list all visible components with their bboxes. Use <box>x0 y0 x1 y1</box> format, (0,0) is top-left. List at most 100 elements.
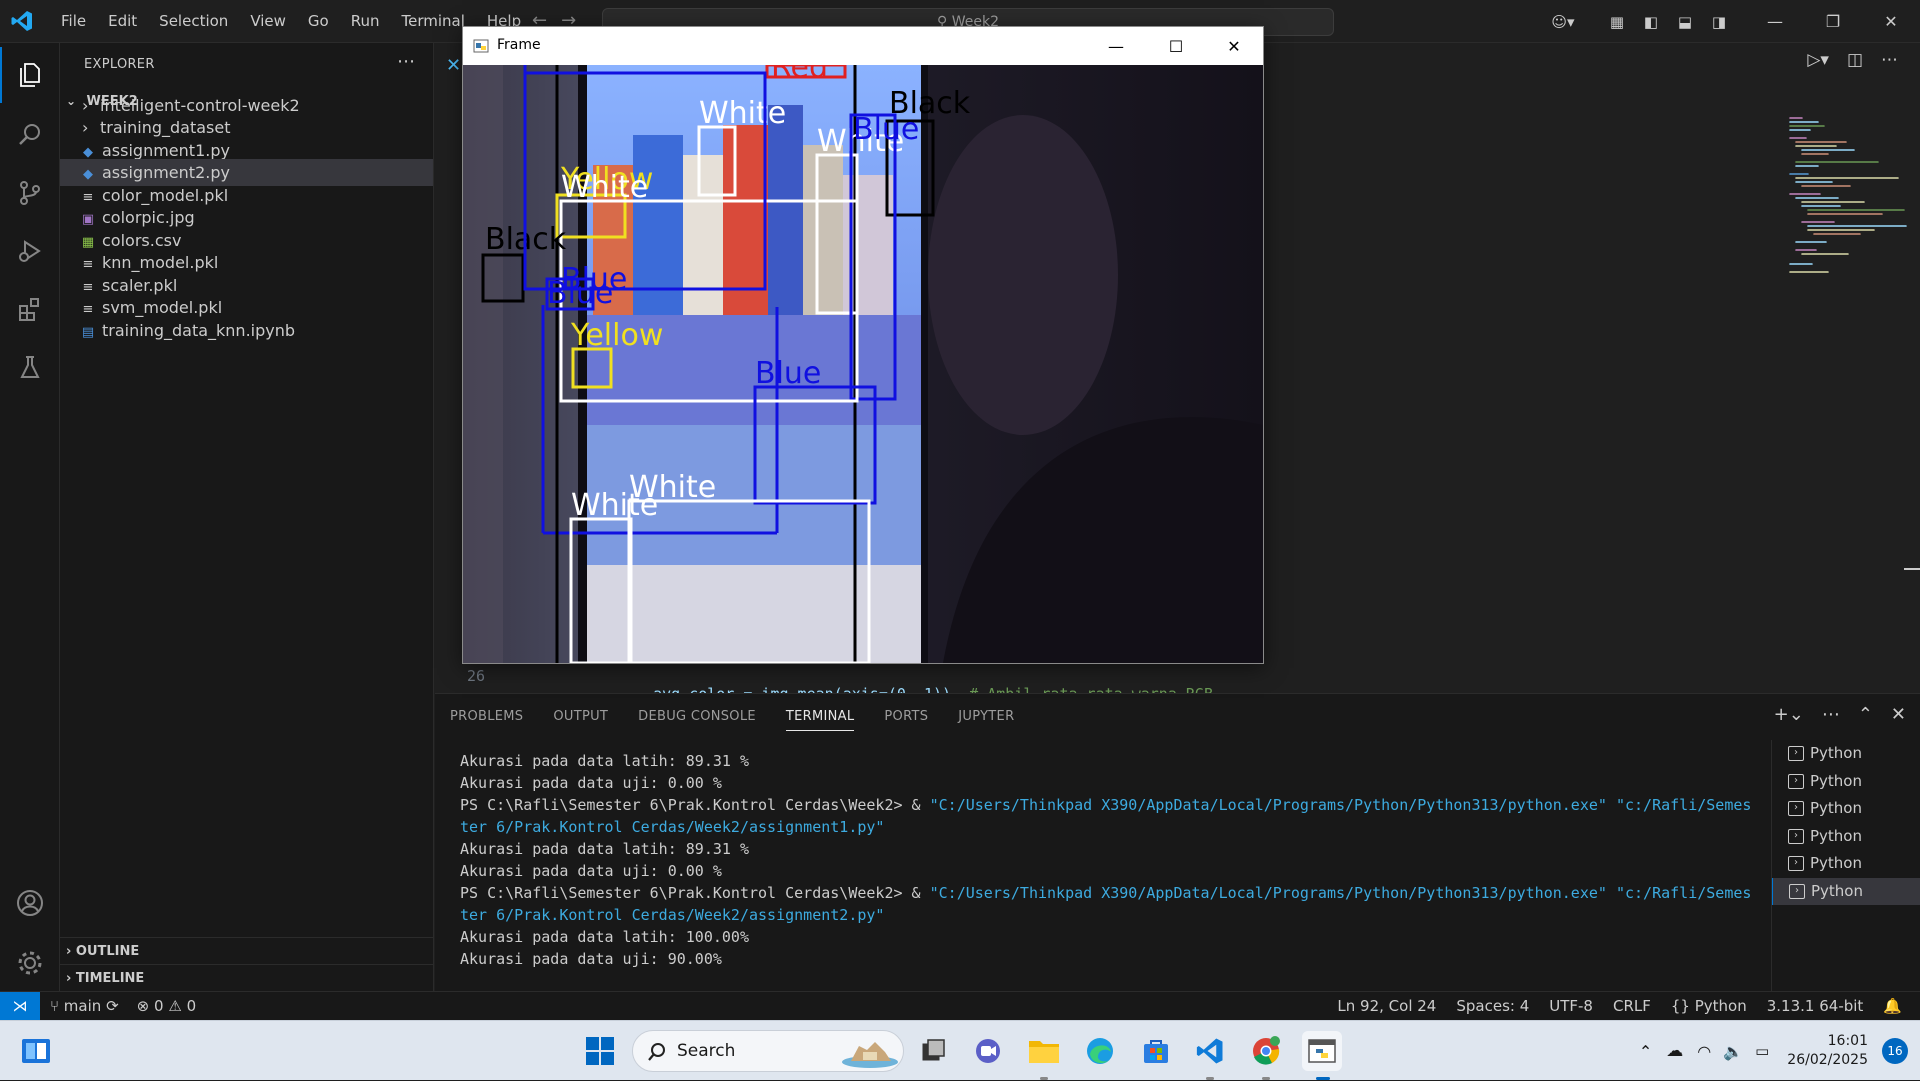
menu-file[interactable]: File <box>50 0 97 43</box>
problems-indicator[interactable]: ⊗ 0 ⚠ 0 <box>137 992 196 1020</box>
frame-close-icon[interactable]: ✕ <box>1205 27 1263 65</box>
more-actions-icon[interactable]: ⋯ <box>397 51 415 72</box>
python-frame-taskbar-icon[interactable] <box>1302 1031 1342 1071</box>
minimize-icon[interactable]: — <box>1746 0 1804 43</box>
panel-tab-jupyter[interactable]: JUPYTER <box>943 694 1029 740</box>
tree-item-label: training_data_knn.ipynb <box>102 321 296 340</box>
panel-more-icon[interactable]: ⋯ <box>1822 704 1840 725</box>
terminal-str1: "C:/Users/Thinkpad X390/AppData/Local/Pr… <box>929 884 1607 902</box>
frame-minimize-icon[interactable]: — <box>1087 27 1145 65</box>
notification-badge[interactable]: 16 <box>1882 1038 1908 1064</box>
terminal-str2: "c:/Rafli/Semes <box>1606 796 1752 814</box>
sync-icon[interactable]: ⟳ <box>106 997 119 1015</box>
panel-tab-debug-console[interactable]: DEBUG CONSOLE <box>623 694 771 740</box>
terminal-line: Akurasi pada data uji: 90.00% <box>460 948 1770 970</box>
menu-go[interactable]: Go <box>297 0 340 43</box>
terminal-instance[interactable]: › Python <box>1772 823 1920 851</box>
indentation[interactable]: Spaces: 4 <box>1456 992 1529 1020</box>
run-python-file-icon[interactable]: ▷▾ <box>1807 50 1829 70</box>
frame-title-bar[interactable]: Frame — ☐ ✕ <box>463 27 1263 65</box>
customize-layout-icon[interactable]: ▦ <box>1600 0 1634 43</box>
explorer-header: EXPLORER <box>84 57 155 72</box>
task-view-icon[interactable] <box>914 1031 954 1071</box>
tree-item-label: intelligent-control-week2 <box>100 96 300 115</box>
python-interpreter[interactable]: 3.13.1 64-bit <box>1767 992 1864 1020</box>
file-explorer-icon[interactable] <box>1024 1031 1064 1071</box>
terminal-instance[interactable]: › Python <box>1772 877 1920 905</box>
panel-tab-problems[interactable]: PROBLEMS <box>435 694 538 740</box>
close-panel-icon[interactable]: ✕ <box>1891 704 1906 725</box>
terminal-instance[interactable]: › Python <box>1772 740 1920 768</box>
teams-meet-icon[interactable] <box>968 1031 1008 1071</box>
wifi-icon[interactable]: ◠ <box>1697 1042 1711 1061</box>
tree-file[interactable]: ▤ training_data_knn.ipynb <box>60 317 433 344</box>
frame-window[interactable]: Frame — ☐ ✕ Red White White Black Blue Y… <box>462 26 1264 664</box>
explorer-sidebar: EXPLORER ⋯ ⌄ WEEK2 › intelligent-control-… <box>60 43 434 991</box>
extensions-icon[interactable] <box>0 281 60 337</box>
title-bar-controls: ☺▾ ▦ ◧ ⬓ ◨ — ❐ ✕ <box>1546 0 1920 43</box>
menu-view[interactable]: View <box>239 0 297 43</box>
terminal-instance[interactable]: › Python <box>1772 795 1920 823</box>
testing-icon[interactable] <box>0 339 60 395</box>
menu-run[interactable]: Run <box>340 0 391 43</box>
vscode-taskbar-icon[interactable] <box>1190 1031 1230 1071</box>
battery-icon[interactable]: ▭ <box>1755 1042 1769 1060</box>
terminal-output[interactable]: Akurasi pada data latih: 89.31 % Akurasi … <box>460 750 1770 970</box>
vscode-logo-icon <box>11 11 32 31</box>
panel-tab-ports[interactable]: PORTS <box>869 694 943 740</box>
volume-icon[interactable]: 🔈 <box>1723 1042 1743 1061</box>
copilot-icon[interactable]: ☺▾ <box>1546 0 1580 43</box>
accounts-icon[interactable] <box>0 875 60 931</box>
terminal-instance[interactable]: › Python <box>1772 850 1920 878</box>
camera-frame-image: Red White White Black Blue Yellow White Black Bl… <box>463 65 1263 663</box>
restore-icon[interactable]: ❐ <box>1804 0 1862 43</box>
menu-edit[interactable]: Edit <box>97 0 148 43</box>
panel-tab-label: PROBLEMS <box>450 709 524 724</box>
taskbar-search[interactable]: Search <box>632 1030 904 1072</box>
source-control-icon[interactable] <box>0 165 60 221</box>
editor-more-icon[interactable]: ⋯ <box>1881 50 1898 70</box>
microsoft-store-icon[interactable] <box>1136 1031 1176 1071</box>
terminal-line: Akurasi pada data latih: 89.31 % <box>460 750 1770 772</box>
clock[interactable]: 16:01 26/02/2025 <box>1787 1032 1868 1070</box>
toggle-secondary-sidebar-icon[interactable]: ◨ <box>1702 0 1736 43</box>
onedrive-cloud-icon[interactable]: ☁ <box>1666 1041 1683 1061</box>
notifications-bell-icon[interactable]: 🔔 <box>1883 992 1902 1020</box>
run-debug-icon[interactable] <box>0 223 60 279</box>
encoding[interactable]: UTF-8 <box>1549 992 1593 1020</box>
remote-icon[interactable]: ⋊ <box>0 992 40 1020</box>
maximize-panel-icon[interactable]: ⌃ <box>1858 704 1873 725</box>
settings-gear-icon[interactable] <box>0 935 60 991</box>
frame-maximize-icon[interactable]: ☐ <box>1147 27 1205 65</box>
panel-actions: +⌄ ⋯ ⌃ ✕ <box>1774 704 1906 725</box>
close-icon[interactable]: ✕ <box>1862 0 1920 43</box>
start-button[interactable] <box>580 1031 620 1071</box>
split-editor-icon[interactable]: ◫ <box>1847 50 1863 70</box>
cursor-position[interactable]: Ln 92, Col 24 <box>1337 992 1436 1020</box>
chrome-browser-icon[interactable] <box>1246 1031 1286 1071</box>
language-label: Python <box>1694 997 1747 1015</box>
widgets-icon[interactable] <box>20 1035 52 1067</box>
terminal-instance[interactable]: › Python <box>1772 768 1920 796</box>
timeline-section[interactable]: › TIMELINE <box>60 964 433 991</box>
editor-scrollbar-marker[interactable] <box>1904 568 1920 570</box>
line-ending[interactable]: CRLF <box>1613 992 1651 1020</box>
outline-section[interactable]: › OUTLINE <box>60 937 433 964</box>
show-hidden-icons-chevron-icon[interactable]: ⌃ <box>1639 1042 1652 1061</box>
new-terminal-icon[interactable]: +⌄ <box>1774 704 1804 725</box>
branch-indicator[interactable]: ⑂ main ⟳ <box>50 992 119 1020</box>
panel-tab-output[interactable]: OUTPUT <box>538 694 623 740</box>
toggle-sidebar-icon[interactable]: ◧ <box>1634 0 1668 43</box>
toggle-panel-icon[interactable]: ⬓ <box>1668 0 1702 43</box>
panel-tab-terminal[interactable]: TERMINAL <box>771 694 870 740</box>
tree-item-label: scaler.pkl <box>102 276 178 295</box>
edge-browser-icon[interactable] <box>1080 1031 1120 1071</box>
branch-icon: ⑂ <box>50 997 60 1015</box>
explorer-icon[interactable] <box>0 47 60 103</box>
language-mode[interactable]: {} Python <box>1671 992 1747 1020</box>
detection-label: White <box>571 488 658 523</box>
terminal-str-cont: ter 6/Prak.Kontrol Cerdas/Week2/assignme… <box>460 906 885 924</box>
search-icon[interactable] <box>0 107 60 163</box>
menu-selection[interactable]: Selection <box>148 0 239 43</box>
editor-tab-close-icon[interactable]: ✕ <box>446 55 461 76</box>
